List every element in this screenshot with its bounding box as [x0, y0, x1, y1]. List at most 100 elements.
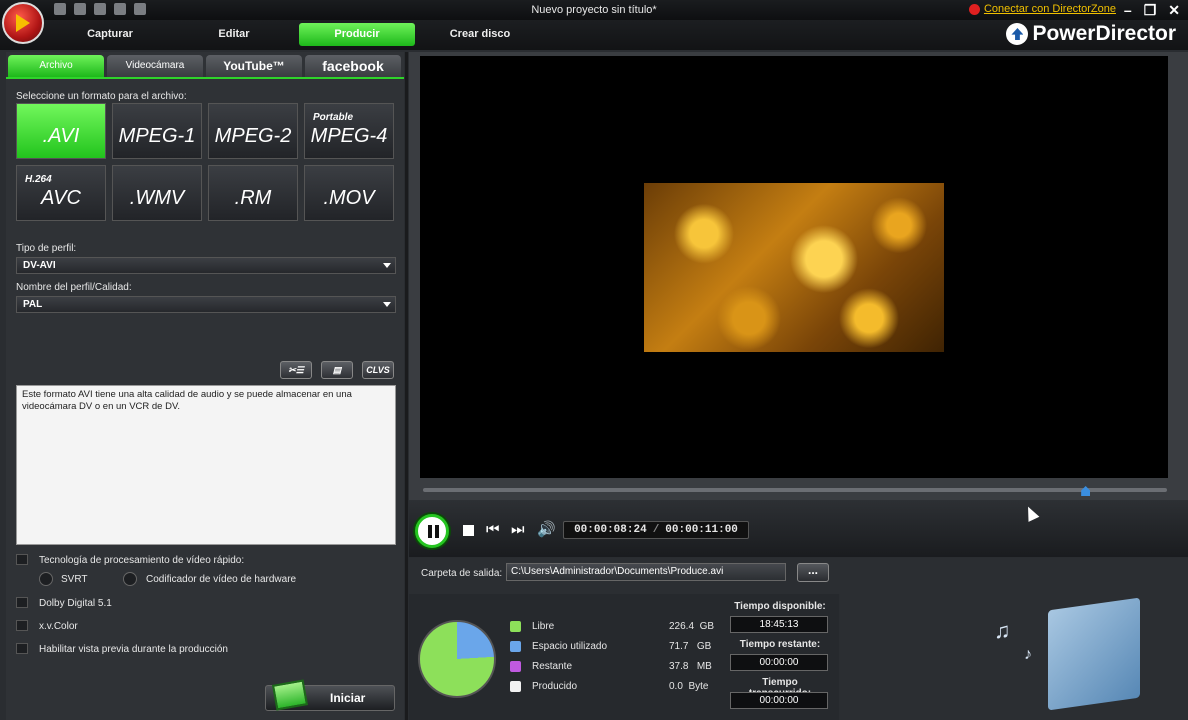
format-label: MPEG-2 [214, 125, 292, 147]
time-available-label: Tiempo disponible: [734, 601, 826, 612]
main-nav: Capturar Editar Producir Crear disco Pow… [0, 20, 1188, 50]
subtab-videocamara[interactable]: Videocámara [107, 55, 203, 77]
profile-type-select[interactable]: DV-AVI [16, 257, 396, 274]
format-label: .AVI [42, 125, 80, 147]
output-folder-input[interactable]: C:\Users\Administrador\Documents\Produce… [506, 563, 786, 581]
timeline-slider[interactable] [423, 488, 1167, 492]
brand-name: PowerDirector [1032, 22, 1176, 45]
format-mov-button[interactable]: .MOV [304, 165, 394, 221]
powerdirector-logo-icon [1006, 23, 1029, 45]
format-prompt: Seleccione un formato para el archivo: [16, 91, 187, 102]
volume-icon[interactable]: 🔊 [537, 522, 556, 538]
format-mpeg2-button[interactable]: MPEG-2 [208, 103, 298, 159]
tab-capturar[interactable]: Capturar [52, 23, 168, 46]
time-remaining-value: 00:00:00 [730, 654, 828, 671]
subtab-archivo[interactable]: Archivo [8, 55, 104, 77]
directorzone-link[interactable]: Conectar con DirectorZone [968, 3, 1116, 15]
pause-button[interactable] [415, 514, 449, 548]
tab-editar[interactable]: Editar [176, 23, 292, 46]
legend-swatch-espacio [510, 641, 521, 652]
total-time: 00:00:11:00 [665, 524, 738, 536]
format-rm-button[interactable]: .RM [208, 165, 298, 221]
film-icon [271, 679, 309, 711]
profile-type-value: DV-AVI [23, 260, 56, 271]
hw-encoder-label: Codificador de vídeo de hardware [146, 574, 297, 585]
format-avc-button[interactable]: H.264 AVC [16, 165, 106, 221]
media-folder-icon [1048, 597, 1140, 711]
format-label: MPEG-1 [118, 125, 196, 147]
format-sup-label: H.264 [25, 174, 52, 185]
disk-pie-chart [418, 620, 496, 698]
wrench-list-icon: ✂☰ [288, 365, 304, 375]
timecode-display: 00:00:08:24 / 00:00:11:00 [563, 521, 749, 539]
legend-label-producido: Producido [532, 681, 578, 692]
browse-button[interactable]: ... [797, 563, 829, 582]
preview-checkbox[interactable] [16, 643, 28, 654]
produce-settings-panel: Archivo Videocámara YouTube™ facebook Se… [6, 52, 404, 720]
format-label: AVC [40, 187, 82, 209]
maximize-button[interactable]: ❐ [1144, 2, 1157, 19]
tab-crear-disco[interactable]: Crear disco [422, 23, 538, 46]
format-label: .WMV [129, 187, 185, 209]
dolby-label: Dolby Digital 5.1 [39, 598, 112, 609]
title-bar: Nuevo proyecto sin título* Conectar con … [0, 0, 1188, 20]
profile-name-label: Nombre del perfil/Calidad: [16, 282, 132, 293]
profile-name-value: PAL [23, 299, 43, 310]
legend-label-restante: Restante [532, 661, 573, 672]
format-sup-label: Portable [313, 112, 354, 123]
video-frame-image [644, 183, 944, 352]
time-separator: / [652, 524, 660, 536]
format-avi-button[interactable]: .AVI [16, 103, 106, 159]
subtab-youtube[interactable]: YouTube™ [206, 55, 302, 77]
close-button[interactable]: ✕ [1168, 2, 1180, 19]
legend-value-espacio: 71.7 GB [669, 641, 712, 652]
time-elapsed-value: 00:00:00 [730, 692, 828, 709]
fast-tech-label: Tecnología de procesamiento de vídeo ráp… [39, 555, 245, 566]
directorzone-link-label: Conectar con DirectorZone [983, 3, 1116, 15]
app-logo-icon[interactable] [2, 2, 44, 44]
preview-label: Habilitar vista previa durante la produc… [39, 644, 228, 655]
music-note-icon: ♪ [1024, 646, 1032, 663]
format-wmv-button[interactable]: .WMV [112, 165, 202, 221]
time-available-value: 18:45:13 [730, 616, 828, 633]
legend-swatch-restante [510, 661, 521, 672]
clvs-button[interactable]: CLVS [362, 361, 394, 379]
format-label: MPEG-4 [310, 125, 388, 147]
stop-button[interactable] [463, 525, 474, 536]
format-description: Este formato AVI tiene una alta calidad … [16, 385, 396, 545]
directorzone-icon [968, 3, 980, 15]
panel-divider[interactable] [405, 52, 408, 720]
legend-label-libre: Libre [532, 621, 555, 632]
playback-controls [409, 500, 1188, 557]
start-button[interactable]: Iniciar [265, 679, 395, 711]
minimize-button[interactable]: – [1124, 2, 1132, 19]
xvcolor-checkbox[interactable] [16, 620, 28, 631]
next-frame-icon[interactable]: ⏭ [511, 522, 525, 538]
fast-tech-checkbox[interactable] [16, 554, 28, 565]
brand: PowerDirector [1006, 22, 1176, 46]
subtab-facebook[interactable]: facebook [305, 55, 401, 77]
output-folder-label: Carpeta de salida: [421, 568, 503, 579]
format-label: .MOV [323, 187, 375, 209]
dolby-checkbox[interactable] [16, 597, 28, 608]
profile-info-button[interactable]: ▤ [321, 361, 353, 379]
profile-type-label: Tipo de perfil: [16, 243, 77, 254]
hw-encoder-radio[interactable] [123, 572, 137, 586]
format-mpeg1-button[interactable]: MPEG-1 [112, 103, 202, 159]
legend-swatch-libre [510, 621, 521, 632]
time-remaining-label: Tiempo restante: [739, 639, 821, 650]
produce-subtabs: Archivo Videocámara YouTube™ facebook [6, 52, 404, 79]
xvcolor-label: x.v.Color [39, 621, 78, 632]
subtab-underline [6, 77, 404, 79]
window-controls: – ❐ ✕ [1124, 2, 1180, 19]
svrt-radio[interactable] [39, 572, 53, 586]
current-time: 00:00:08:24 [574, 524, 647, 536]
legend-value-producido: 0.0 Byte [669, 681, 709, 692]
profile-name-select[interactable]: PAL [16, 296, 396, 313]
format-mpeg4-button[interactable]: Portable MPEG-4 [304, 103, 394, 159]
previous-frame-icon[interactable]: ⏮ [486, 522, 500, 538]
chevron-down-icon [383, 302, 391, 307]
legend-value-libre: 226.4 GB [669, 621, 715, 632]
tab-producir[interactable]: Producir [299, 23, 415, 46]
profile-edit-button[interactable]: ✂☰ [280, 361, 312, 379]
